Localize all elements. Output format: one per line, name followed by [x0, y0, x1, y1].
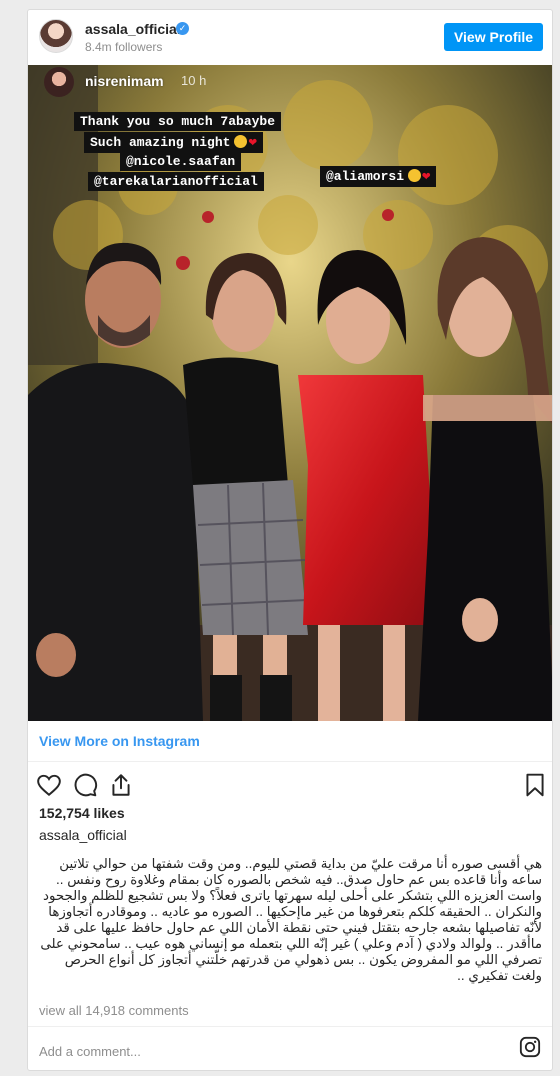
share-icon[interactable] — [108, 772, 134, 798]
photo-scene — [28, 65, 552, 721]
instagram-embed-card: assala_official ✓ 8.4m followers View Pr… — [27, 9, 553, 1071]
story-text-line-emoji: Such amazing night ❤ — [84, 132, 263, 153]
view-all-comments-link[interactable]: view all 14,918 comments — [39, 1003, 189, 1018]
like-count[interactable]: 152,754 likes — [39, 805, 125, 821]
action-bar — [36, 772, 546, 800]
bookmark-icon[interactable] — [522, 772, 548, 798]
post-photo[interactable]: nisrenimam 10 h Thank you so much 7abayb… — [28, 65, 552, 721]
comment-icon[interactable] — [72, 772, 98, 798]
instagram-glyph-icon[interactable] — [519, 1036, 541, 1058]
add-comment-input[interactable]: Add a comment... — [39, 1044, 141, 1059]
story-time: 10 h — [181, 73, 207, 88]
story-mention-tag: @aliamorsi ❤ — [320, 166, 437, 187]
heart-emoji-icon: ❤ — [248, 135, 257, 151]
story-username: nisrenimam — [85, 73, 164, 89]
caption-text: هي أقسى صوره أنا مرقت عليّ من بداية قصتي… — [40, 856, 542, 983]
heart-emoji-icon: ❤ — [422, 169, 431, 185]
follower-count: 8.4m followers — [85, 40, 163, 54]
divider — [28, 761, 552, 762]
verified-badge-icon: ✓ — [176, 22, 189, 35]
profile-username[interactable]: assala_official — [85, 21, 181, 37]
mention-text: @aliamorsi — [326, 169, 405, 184]
view-more-link[interactable]: View More on Instagram — [39, 733, 200, 749]
post-header: assala_official ✓ 8.4m followers View Pr… — [28, 10, 552, 64]
story-mention: @nicole.saafan — [120, 152, 242, 171]
view-profile-button[interactable]: View Profile — [444, 23, 543, 51]
kiss-emoji-icon — [234, 135, 248, 148]
caption-username[interactable]: assala_official — [39, 827, 127, 843]
divider — [28, 1026, 552, 1027]
story-text: Such amazing night — [90, 135, 231, 150]
story-mention: @tarekalarianofficial — [88, 172, 264, 191]
story-avatar — [44, 67, 74, 97]
kiss-emoji-icon — [408, 169, 422, 182]
heart-icon[interactable] — [36, 772, 62, 798]
story-text-line: Thank you so much 7abaybe — [74, 112, 282, 131]
profile-avatar[interactable] — [39, 19, 73, 53]
